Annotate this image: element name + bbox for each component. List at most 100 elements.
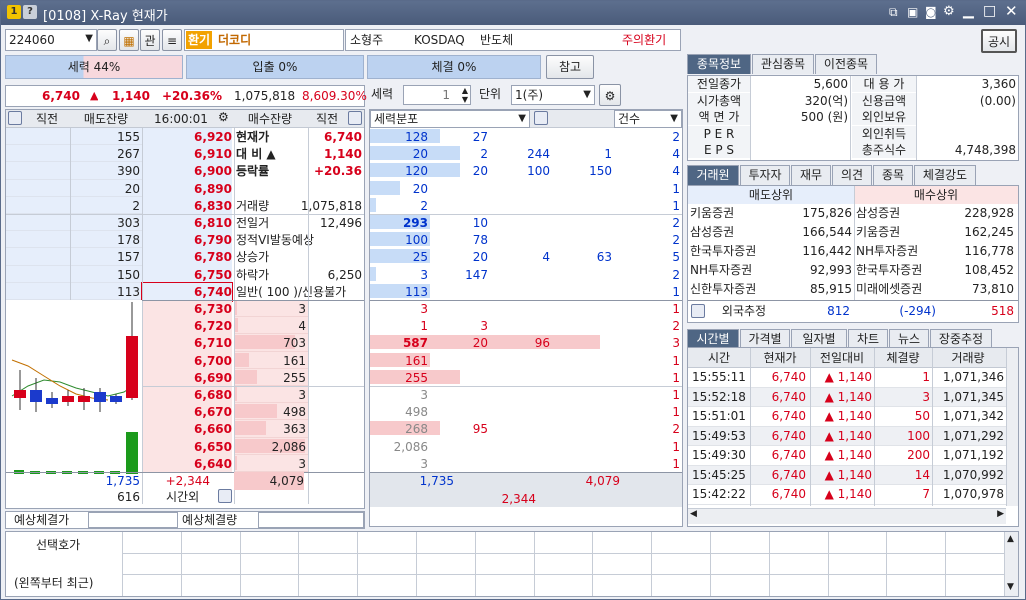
- tab-info-0[interactable]: 종목정보: [687, 54, 751, 74]
- broker-sell-name[interactable]: 삼성증권: [690, 223, 780, 241]
- tab-ticks-4[interactable]: 뉴스: [889, 329, 929, 349]
- sell-price[interactable]: 6,740: [141, 281, 233, 302]
- buy-price[interactable]: 6,700: [142, 351, 232, 370]
- swap-icon[interactable]: [348, 111, 362, 125]
- calendar-button[interactable]: ▦: [119, 29, 139, 51]
- buy-price[interactable]: 6,650: [142, 437, 232, 456]
- count-select[interactable]: 건수 ▼: [614, 110, 682, 128]
- buy-price[interactable]: 6,720: [142, 317, 232, 336]
- tick-scrollbar[interactable]: [1006, 348, 1018, 506]
- camera-icon[interactable]: ◙: [925, 5, 937, 19]
- bottom-strip: 선택호가 (왼쪽부터 최근) ▲ ▼: [5, 531, 1019, 597]
- broker-sell-name[interactable]: 한국투자증권: [690, 242, 780, 260]
- dist-settings-button[interactable]: ⚙: [599, 84, 621, 106]
- info-label: P E R: [688, 125, 750, 142]
- tab-broker-3[interactable]: 의견: [832, 165, 872, 185]
- chamgo-button[interactable]: 참고: [546, 55, 594, 79]
- broker-sell-name[interactable]: NH투자증권: [690, 261, 780, 279]
- dist-col1: 1: [420, 319, 428, 334]
- buy-price[interactable]: 6,730: [142, 300, 232, 318]
- info-value: 6,740: [324, 130, 362, 144]
- buy-price[interactable]: 6,670: [142, 403, 232, 422]
- swap-icon[interactable]: [218, 489, 232, 503]
- arrow-right-icon[interactable]: [534, 111, 548, 125]
- broker-sell-name[interactable]: 신한투자증권: [690, 280, 780, 298]
- chevron-down-icon: ▼: [518, 113, 526, 124]
- total-buy-qty: 4,079: [234, 472, 304, 490]
- sell-price[interactable]: 6,920: [142, 128, 232, 146]
- hdr-prev-sell: 직전: [35, 112, 59, 126]
- link-icon[interactable]: ⧉: [889, 5, 898, 20]
- sell-price[interactable]: 6,750: [142, 265, 232, 284]
- buy-price[interactable]: 6,690: [142, 368, 232, 387]
- sell-price[interactable]: 6,830: [142, 196, 232, 215]
- tab-ticks-5[interactable]: 장중추정: [930, 329, 992, 349]
- sell-price[interactable]: 6,900: [142, 162, 232, 181]
- gear-icon[interactable]: ⚙: [218, 110, 229, 124]
- arrow-left-icon[interactable]: ◀: [690, 509, 697, 519]
- sell-price[interactable]: 6,910: [142, 145, 232, 164]
- arrow-up-icon[interactable]: ▲: [1007, 534, 1014, 544]
- dist-select[interactable]: 세력분포 ▼: [370, 110, 530, 128]
- tab-broker-2[interactable]: 재무: [791, 165, 831, 185]
- broker-sell-header: 매도상위: [688, 186, 854, 204]
- gwan-button[interactable]: 관: [140, 29, 160, 51]
- minimize-icon[interactable]: ▁: [963, 3, 974, 19]
- broker-sell-name[interactable]: 키움증권: [690, 204, 780, 222]
- tick-price: 6,740: [771, 389, 806, 404]
- tab-broker-0[interactable]: 거래원: [687, 165, 739, 185]
- close-icon[interactable]: ✕: [1005, 2, 1018, 20]
- swap-icon[interactable]: [8, 111, 22, 125]
- maximize-icon[interactable]: □: [983, 3, 996, 19]
- broker-buy-name[interactable]: 미래에셋증권: [856, 280, 942, 298]
- buy-price[interactable]: 6,680: [142, 386, 232, 404]
- help-icon[interactable]: ?: [23, 5, 37, 19]
- sell-price[interactable]: 6,780: [142, 248, 232, 267]
- dist-qty-stepper[interactable]: 1 ▲ ▼: [403, 85, 471, 105]
- sell-price[interactable]: 6,810: [142, 214, 232, 232]
- tab-ticks-2[interactable]: 일자별: [791, 329, 847, 349]
- broker-buy-name[interactable]: 삼성증권: [856, 204, 942, 222]
- tab-info-1[interactable]: 관심종목: [752, 54, 814, 74]
- arrow-down-icon[interactable]: ▼: [1007, 582, 1014, 592]
- search-button[interactable]: ⌕: [97, 29, 117, 51]
- tab-broker-4[interactable]: 종목: [873, 165, 913, 185]
- warning-label: 주의환기: [622, 33, 667, 47]
- unit-select[interactable]: 1(주) ▼: [511, 85, 595, 105]
- buy-price[interactable]: 6,640: [142, 454, 232, 473]
- swap-icon[interactable]: [691, 304, 705, 318]
- sell-price[interactable]: 6,890: [142, 179, 232, 198]
- gongsi-button[interactable]: 공시: [981, 29, 1017, 53]
- sell-price[interactable]: 6,790: [142, 231, 232, 250]
- print-icon[interactable]: ▣: [907, 5, 918, 19]
- buy-price[interactable]: 6,710: [142, 334, 232, 353]
- sell-qty: 2: [132, 198, 140, 213]
- divider: [180, 532, 182, 596]
- tick-time: 15:51:01: [692, 409, 746, 423]
- bottom-scrollbar[interactable]: ▲ ▼: [1004, 532, 1018, 596]
- stock-code-select[interactable]: 224060 ▼: [5, 29, 97, 51]
- arrow-right-icon[interactable]: ▶: [997, 509, 1004, 519]
- gear-icon[interactable]: ⚙: [943, 4, 955, 19]
- broker-buy-name[interactable]: 한국투자증권: [856, 261, 942, 279]
- bottom-left-value: 616: [117, 490, 140, 504]
- calendar-icon: ▦: [123, 34, 135, 48]
- tick-hscrollbar[interactable]: ◀ ▶: [688, 508, 1006, 524]
- sell-qty: 178: [117, 233, 140, 248]
- buy-price[interactable]: 6,660: [142, 420, 232, 439]
- dist-col1: 120: [405, 164, 428, 179]
- tab-info-2[interactable]: 이전종목: [815, 54, 877, 74]
- tab-ticks-0[interactable]: 시간별: [687, 329, 739, 349]
- tab-ticks-3[interactable]: 차트: [848, 329, 888, 349]
- stepper-icon[interactable]: ▲ ▼: [462, 86, 468, 104]
- broker-buy-name[interactable]: 키움증권: [856, 223, 942, 241]
- stack-button[interactable]: ≡: [162, 29, 182, 51]
- tick-grid: 시간 현재가 전일대비 체결량 거래량 15:55:11 6,740 ▲ 1,1…: [687, 347, 1019, 527]
- divider: [651, 532, 653, 596]
- tab-ticks-1[interactable]: 가격별: [740, 329, 790, 349]
- tab-broker-5[interactable]: 체결강도: [914, 165, 976, 185]
- tab-broker-1[interactable]: 투자자: [740, 165, 790, 185]
- dist-panel: 세력분포 ▼ 건수 ▼ 128 27 2 20 2 244 1 4 120 20…: [369, 109, 683, 527]
- broker-buy-name[interactable]: NH투자증권: [856, 242, 942, 260]
- tick-hdr-vol: 체결량: [886, 351, 920, 365]
